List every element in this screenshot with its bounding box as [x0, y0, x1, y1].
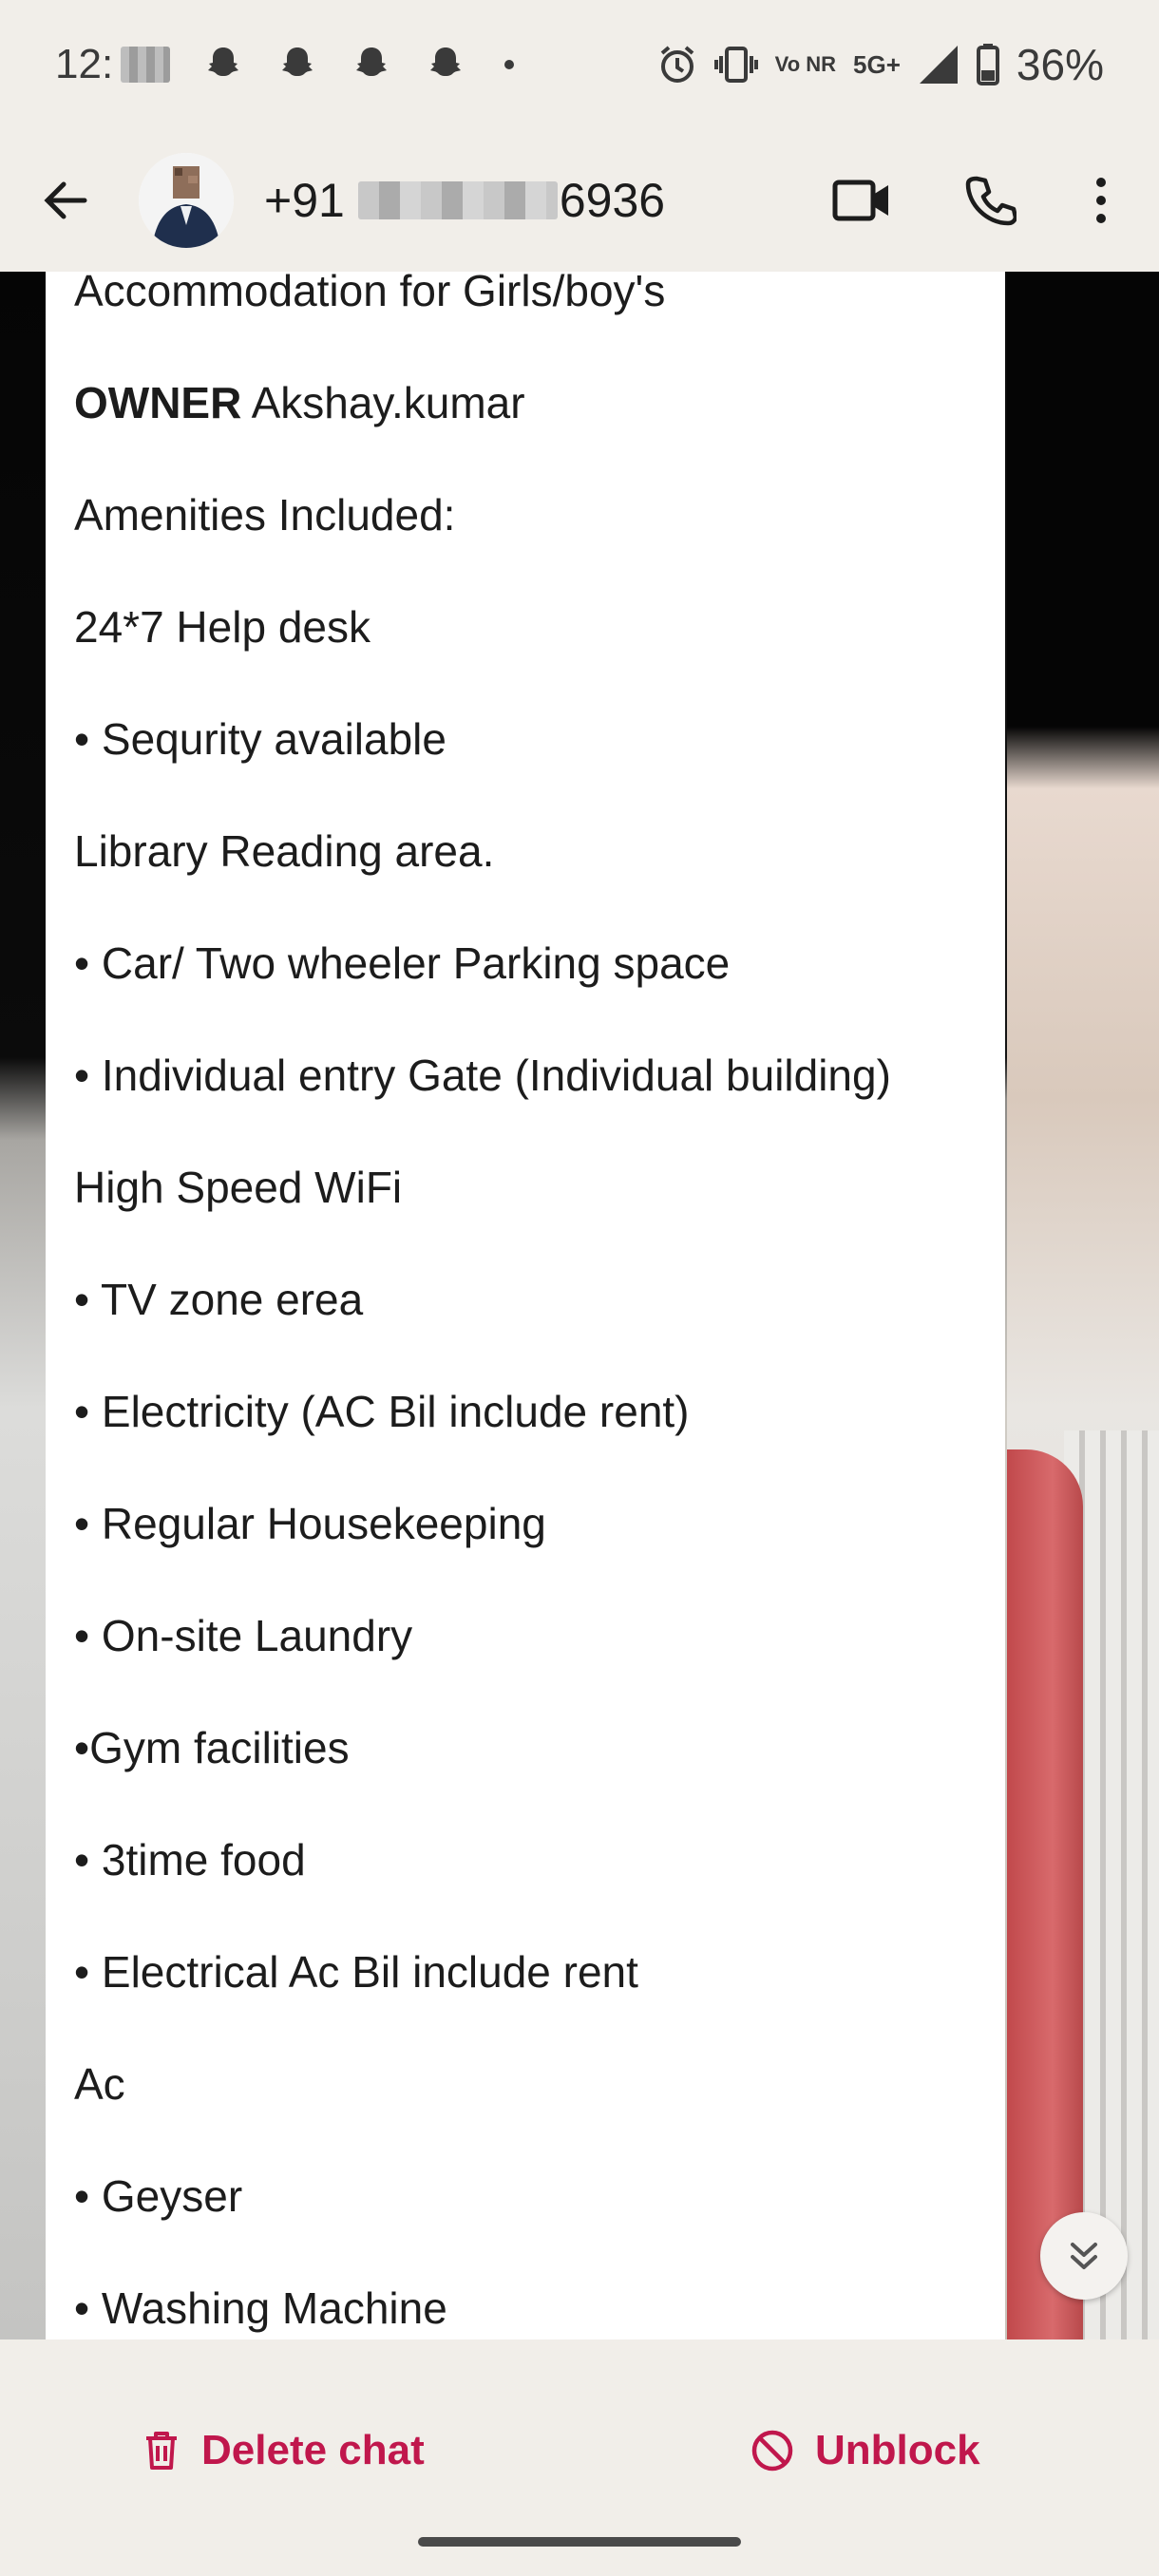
avatar-image	[139, 153, 234, 248]
phone-icon	[965, 176, 1016, 226]
phone-prefix: +91	[264, 174, 345, 227]
more-options-button[interactable]	[1058, 158, 1144, 243]
message-line: • Regular Housekeeping	[74, 1499, 546, 1548]
wallpaper-figure	[1007, 1449, 1083, 2339]
message-line: • Individual entry Gate (Individual buil…	[74, 1051, 891, 1100]
snapchat-icon	[208, 47, 239, 76]
message-line: High Speed WiFi	[74, 1163, 403, 1212]
message-line: •Gym facilities	[74, 1723, 350, 1772]
message-line: • Electrical Ac Bil include rent	[74, 1947, 638, 1997]
delete-chat-button[interactable]: Delete chat	[142, 2417, 425, 2484]
status-time: 12:	[55, 41, 114, 87]
video-call-icon	[832, 180, 888, 221]
voice-call-button[interactable]	[948, 158, 1034, 243]
message-line: • Geyser	[74, 2171, 243, 2221]
block-icon	[751, 2430, 793, 2472]
snapchat-icon	[356, 47, 388, 76]
battery-percent: 36%	[1016, 40, 1104, 89]
unblock-label: Unblock	[815, 2427, 980, 2473]
message-line: • Washing Machine	[74, 2283, 447, 2333]
alarm-icon	[660, 46, 694, 83]
delete-chat-label: Delete chat	[201, 2427, 425, 2473]
chat-wallpaper-right	[1007, 272, 1159, 2339]
snapchat-icon	[282, 47, 314, 76]
message-bubble[interactable]: Accommodation for Girls/boy's OWNER Aksh…	[46, 272, 1005, 2339]
message-line: Amenities Included:	[74, 490, 456, 540]
chat-wallpaper-left	[0, 272, 46, 2339]
trash-icon	[146, 2432, 177, 2470]
scroll-to-bottom-button[interactable]	[1040, 2212, 1128, 2300]
message-line: OWNER Akshay.kumar	[74, 376, 525, 429]
message-line: Accommodation for Girls/boy's	[74, 272, 666, 315]
owner-name: Akshay.kumar	[241, 378, 525, 427]
message-line: • TV zone erea	[74, 1275, 364, 1324]
message-line: Library Reading area.	[74, 826, 495, 876]
contact-name[interactable]: +91 6936	[264, 173, 665, 228]
notification-dot	[504, 60, 515, 69]
phone-suffix: 6936	[559, 174, 666, 227]
vibrate-icon	[713, 47, 758, 83]
avatar[interactable]	[139, 153, 234, 248]
header-actions	[819, 158, 1159, 243]
status-right: Vo NR 5G+ 36%	[657, 39, 1104, 90]
more-vert-icon	[1096, 178, 1106, 223]
video-call-button[interactable]	[819, 158, 904, 243]
network-type: Vo NR	[774, 52, 837, 76]
chat-area[interactable]: Accommodation for Girls/boy's OWNER Aksh…	[0, 272, 1159, 2339]
back-button[interactable]	[32, 167, 99, 234]
battery-icon	[976, 44, 999, 85]
time-redacted	[121, 47, 171, 83]
network-gen: 5G+	[853, 50, 901, 79]
home-indicator[interactable]	[418, 2537, 741, 2547]
message-line: • 3time food	[74, 1835, 306, 1885]
message-line: • Sequrity available	[74, 714, 446, 764]
message-line: 24*7 Help desk	[74, 602, 370, 652]
phone-redacted	[357, 181, 558, 219]
signal-icon	[919, 46, 958, 84]
double-chevron-down-icon	[1071, 2243, 1097, 2269]
blocked-contact-bar: Delete chat Unblock	[0, 2339, 1159, 2576]
chat-header: +91 6936	[0, 129, 1159, 272]
message-line: Ac	[74, 2059, 125, 2109]
status-left: 12:	[55, 41, 515, 88]
unblock-button[interactable]: Unblock	[750, 2417, 980, 2484]
status-bar: 12: Vo NR 5G+ 36%	[0, 0, 1159, 129]
message-line: • Car/ Two wheeler Parking space	[74, 938, 731, 988]
snapchat-icon	[430, 47, 462, 76]
owner-label: OWNER	[74, 378, 242, 427]
back-arrow-icon	[44, 181, 87, 219]
message-line: • Electricity (AC Bil include rent)	[74, 1387, 690, 1436]
message-line: • On-site Laundry	[74, 1611, 413, 1660]
